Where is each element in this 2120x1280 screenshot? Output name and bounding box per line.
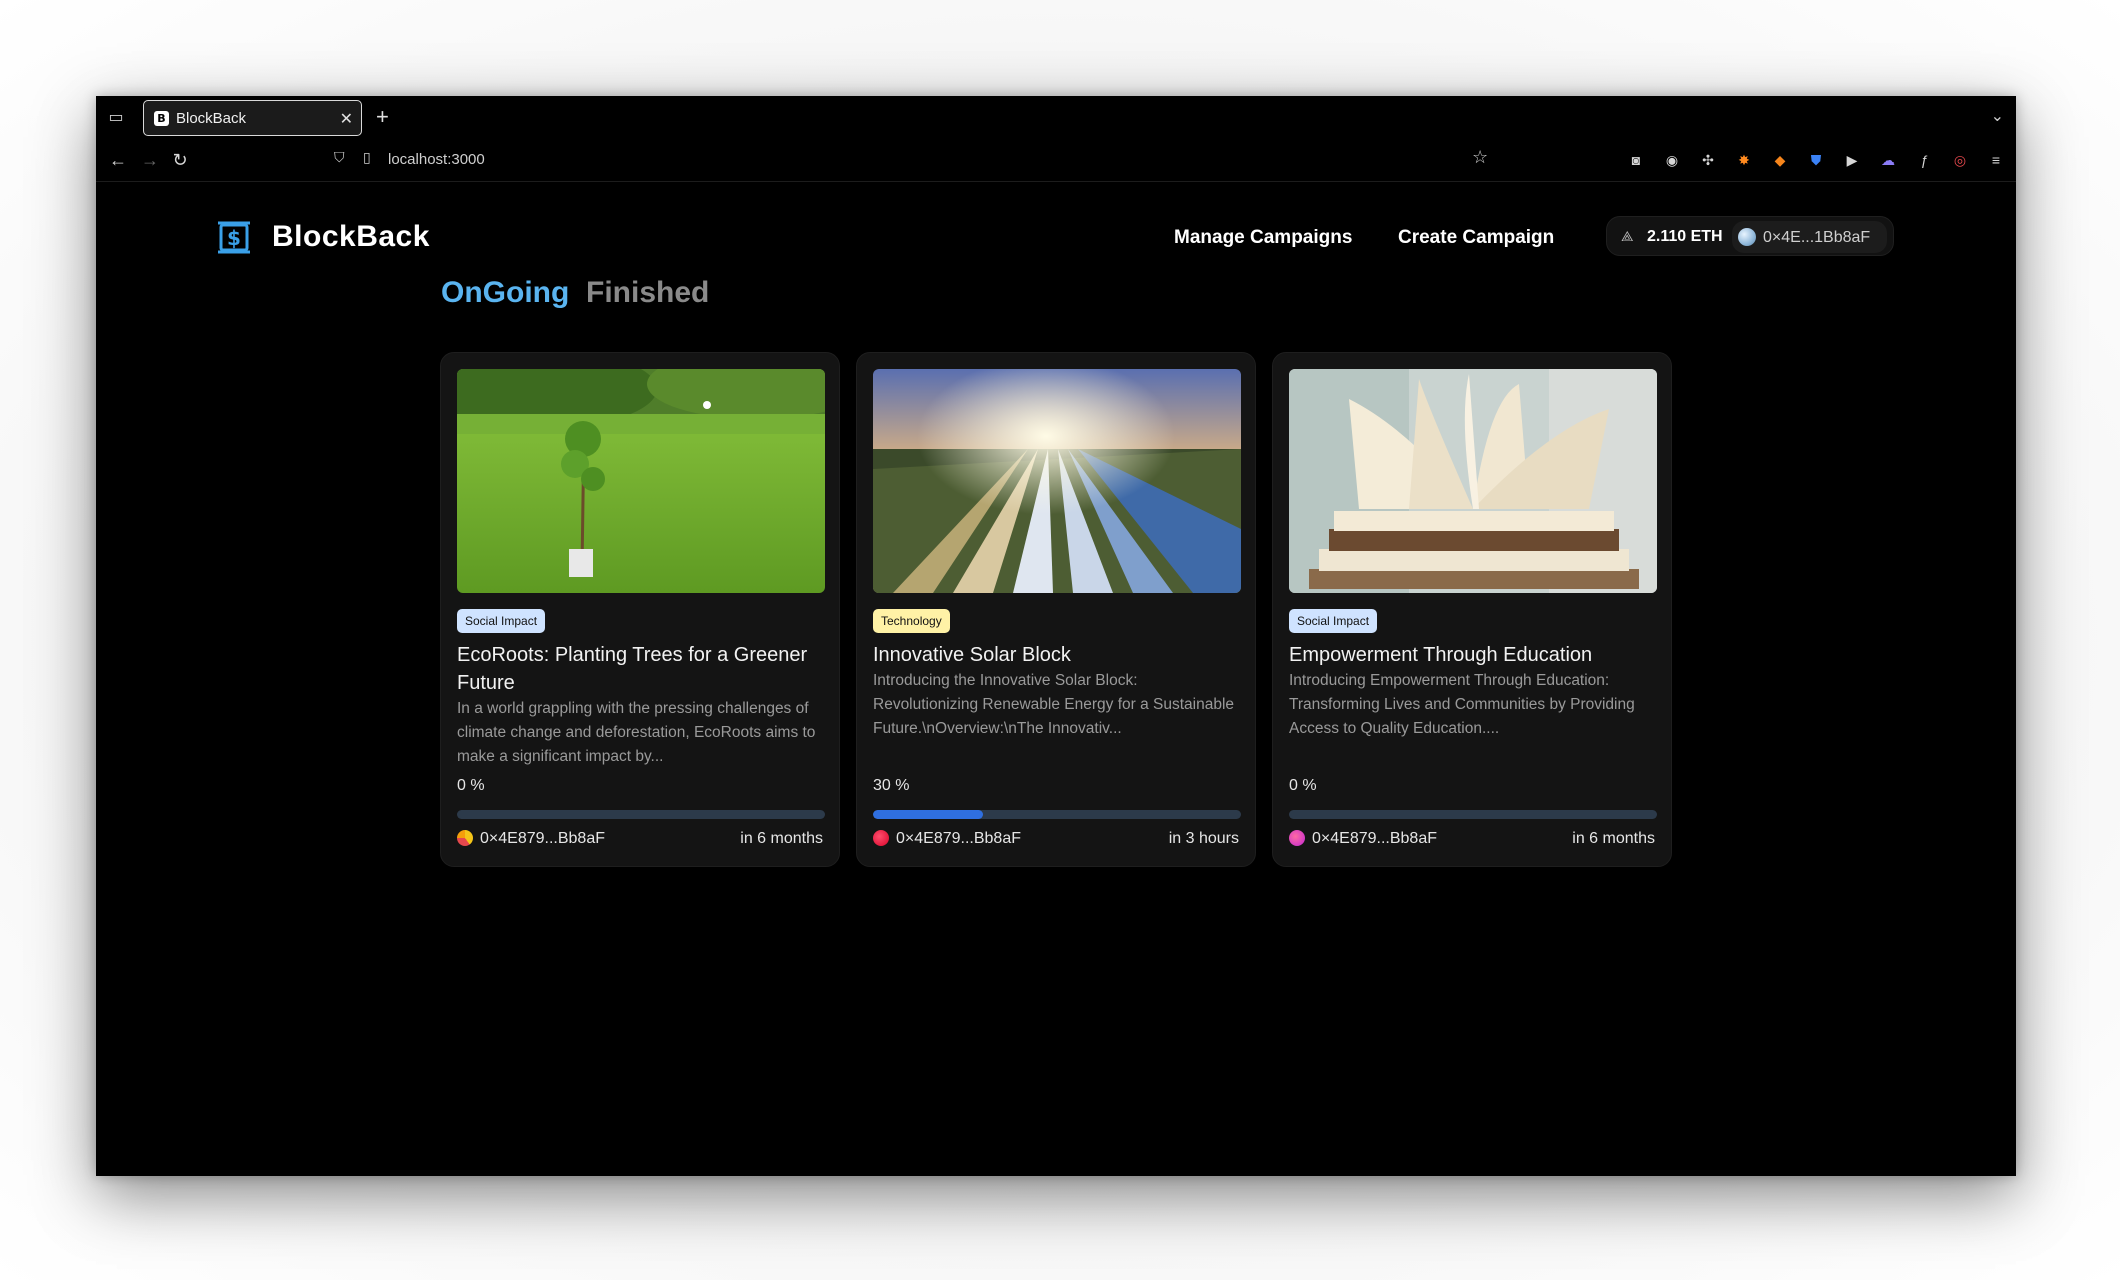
campaign-title[interactable]: Innovative Solar Block — [873, 641, 1245, 669]
svg-text:$: $ — [227, 226, 241, 250]
close-tab-icon[interactable]: ✕ — [340, 109, 353, 129]
campaign-description: Introducing the Innovative Solar Block: … — [873, 672, 1235, 737]
progress-bar — [873, 810, 1241, 819]
account-icon[interactable]: ◉ — [1662, 150, 1682, 170]
progress-bar — [457, 810, 825, 819]
deadline-label: in 3 hours — [1168, 830, 1239, 847]
manage-campaigns-link[interactable]: Manage Campaigns — [1174, 227, 1352, 249]
address-bar[interactable]: localhost:3000 — [388, 151, 485, 168]
progress-fill — [873, 810, 984, 819]
campaign-title[interactable]: EcoRoots: Planting Trees for a Greener F… — [457, 641, 829, 697]
campaign-card[interactable]: Technology Innovative Solar Block Introd… — [856, 352, 1256, 867]
bitwarden-icon[interactable]: ⛊ — [1806, 150, 1826, 170]
tab-bar: ▭ B BlockBack ✕ + ⌄ — [96, 96, 2016, 140]
progress-label: 30 % — [873, 777, 910, 794]
owner-avatar — [873, 830, 889, 846]
campaign-description: In a world grappling with the pressing c… — [457, 700, 816, 765]
bookmark-star-icon[interactable]: ☆ — [1472, 147, 1488, 168]
create-campaign-link[interactable]: Create Campaign — [1398, 227, 1554, 249]
account-avatar — [1738, 228, 1756, 246]
reload-icon[interactable]: ↻ — [168, 148, 192, 172]
progress-bar — [1289, 810, 1657, 819]
deadline-label: in 6 months — [740, 830, 823, 847]
tab-list-icon[interactable]: ▭ — [104, 106, 128, 130]
logo-icon[interactable]: $ — [218, 220, 250, 254]
menu-icon[interactable]: ≡ — [1986, 150, 2006, 170]
wallet-connect-button[interactable]: ⟁ 2.110 ETH 0×4E...1Bb8aF — [1606, 216, 1894, 256]
ghost-extension-icon[interactable]: ☁ — [1878, 150, 1898, 170]
page-icon: ▯ — [363, 149, 371, 165]
new-tab-icon[interactable]: + — [376, 104, 389, 130]
campaign-card[interactable]: Social Impact Empowerment Through Educat… — [1272, 352, 1672, 867]
category-badge: Technology — [873, 609, 950, 633]
tab-finished[interactable]: Finished — [586, 276, 709, 310]
app-page: $ BlockBack Manage Campaigns Create Camp… — [96, 182, 2016, 1176]
pocket-icon[interactable]: ◙ — [1626, 150, 1646, 170]
campaign-description: Introducing Empowerment Through Educatio… — [1289, 672, 1635, 737]
campaign-image — [873, 369, 1241, 593]
owner-avatar — [1289, 830, 1305, 846]
extensions-icon[interactable]: ✣ — [1698, 150, 1718, 170]
owner-address[interactable]: 0×4E879...Bb8aF — [896, 830, 1021, 848]
brand-name[interactable]: BlockBack — [272, 220, 430, 254]
owner-address[interactable]: 0×4E879...Bb8aF — [1312, 830, 1437, 848]
chevron-down-icon[interactable]: ⌄ — [1991, 106, 2004, 126]
account-button[interactable]: 0×4E...1Bb8aF — [1732, 221, 1887, 253]
privacy-extension-icon[interactable]: ◎ — [1950, 150, 1970, 170]
deadline-label: in 6 months — [1572, 830, 1655, 847]
progress-label: 0 % — [457, 777, 485, 794]
account-address: 0×4E...1Bb8aF — [1763, 229, 1871, 246]
browser-window: ▭ B BlockBack ✕ + ⌄ ← → ↻ ⛉ ▯ localhost:… — [96, 96, 2016, 1176]
category-badge: Social Impact — [1289, 609, 1378, 633]
function-extension-icon[interactable]: ƒ — [1914, 150, 1934, 170]
forward-icon[interactable]: → — [138, 148, 162, 172]
owner-avatar — [457, 830, 473, 846]
shield-icon[interactable]: ⛉ — [334, 149, 345, 166]
campaign-image — [1289, 369, 1657, 593]
progress-label: 0 % — [1289, 777, 1317, 794]
back-icon[interactable]: ← — [106, 148, 130, 172]
campaign-card[interactable]: Social Impact EcoRoots: Planting Trees f… — [440, 352, 840, 867]
network-icon: ⟁ — [1621, 228, 1634, 244]
category-badge: Social Impact — [457, 609, 546, 633]
tab-title: BlockBack — [176, 110, 247, 127]
play-extension-icon[interactable]: ▶ — [1842, 150, 1862, 170]
browser-tab[interactable]: B BlockBack ✕ — [143, 100, 362, 136]
campaign-title[interactable]: Empowerment Through Education — [1289, 641, 1661, 669]
owner-address[interactable]: 0×4E879...Bb8aF — [480, 830, 605, 848]
tab-ongoing[interactable]: OnGoing — [441, 276, 569, 310]
sparkle-extension-icon[interactable]: ✸ — [1734, 150, 1754, 170]
metamask-icon[interactable]: ◆ — [1770, 150, 1790, 170]
navigation-bar: ← → ↻ ⛉ ▯ localhost:3000 ☆ ◙ ◉ ✣ ✸ ◆ ⛊ ▶… — [96, 140, 2016, 182]
wallet-balance: 2.110 ETH — [1647, 228, 1723, 245]
campaign-image — [457, 369, 825, 593]
favicon-icon: B — [154, 111, 169, 126]
